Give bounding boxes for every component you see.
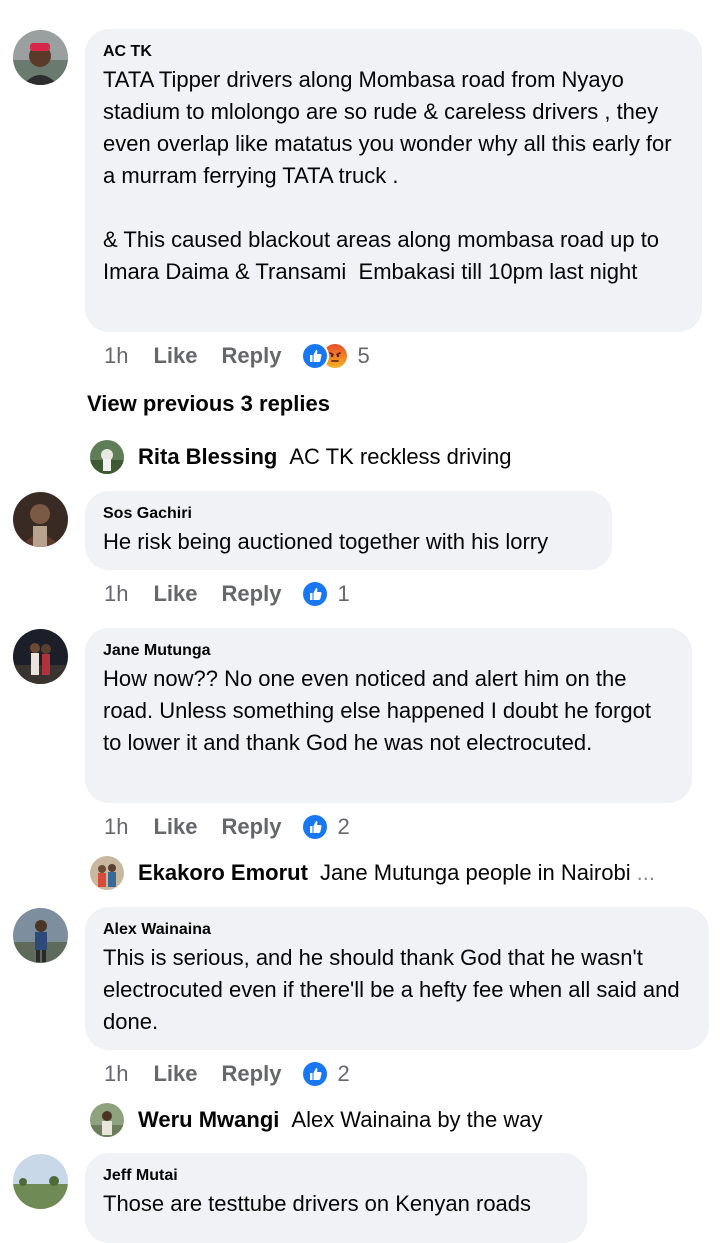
like-icon bbox=[301, 342, 330, 370]
like-button[interactable]: Like bbox=[153, 814, 197, 840]
comment-author[interactable]: Alex Wainaina bbox=[103, 921, 690, 939]
view-previous-replies-link[interactable]: View previous 3 replies bbox=[87, 391, 330, 417]
avatar[interactable] bbox=[90, 440, 124, 474]
avatar[interactable] bbox=[13, 1154, 68, 1209]
comment-actions: 1h Like Reply 2 bbox=[104, 1060, 350, 1088]
comment-bubble: Jane Mutunga How now?? No one even notic… bbox=[85, 628, 692, 803]
comment-bubble: Alex Wainaina This is serious, and he sh… bbox=[85, 907, 709, 1050]
reply-button[interactable]: Reply bbox=[222, 814, 282, 840]
reaction-summary[interactable]: 1 bbox=[301, 580, 350, 608]
like-button[interactable]: Like bbox=[153, 581, 197, 607]
comment-time[interactable]: 1h bbox=[104, 581, 128, 607]
comment-text: How now?? No one even noticed and alert … bbox=[103, 666, 658, 755]
like-button[interactable]: Like bbox=[153, 343, 197, 369]
comment-author[interactable]: AC TK bbox=[103, 43, 683, 61]
reply-text: Alex Wainaina by the way bbox=[291, 1107, 543, 1132]
reply-author[interactable]: Rita Blessing bbox=[138, 444, 277, 470]
reply-author[interactable]: Ekakoro Emorut bbox=[138, 860, 308, 886]
reply-button[interactable]: Reply bbox=[222, 343, 282, 369]
avatar[interactable] bbox=[90, 856, 124, 890]
reply-text: AC TK reckless driving bbox=[289, 444, 512, 469]
reply-author[interactable]: Weru Mwangi bbox=[138, 1107, 279, 1133]
like-button[interactable]: Like bbox=[153, 1061, 197, 1087]
avatar[interactable] bbox=[13, 30, 68, 85]
comment-bubble: Sos Gachiri He risk being auctioned toge… bbox=[85, 491, 612, 570]
avatar[interactable] bbox=[13, 629, 68, 684]
like-icon bbox=[301, 580, 330, 608]
comment-actions: 1h Like Reply 2 bbox=[104, 813, 350, 841]
reply-preview[interactable]: Weru Mwangi Alex Wainaina by the way bbox=[90, 1103, 542, 1137]
comment-time[interactable]: 1h bbox=[104, 814, 128, 840]
avatar[interactable] bbox=[90, 1103, 124, 1137]
avatar[interactable] bbox=[13, 492, 68, 547]
reply-text: Jane Mutunga people in Nairobi bbox=[319, 860, 631, 885]
comment-actions: 1h Like Reply 5 bbox=[104, 342, 370, 370]
reaction-summary[interactable]: 2 bbox=[301, 813, 350, 841]
comment-author[interactable]: Sos Gachiri bbox=[103, 505, 593, 523]
reply-button[interactable]: Reply bbox=[222, 1061, 282, 1087]
comment-text: TATA Tipper drivers along Mombasa road f… bbox=[103, 67, 672, 284]
reaction-summary[interactable]: 2 bbox=[301, 1060, 350, 1088]
like-icon bbox=[301, 813, 330, 841]
comment-bubble: Jeff Mutai Those are testtube drivers on… bbox=[85, 1153, 587, 1243]
avatar[interactable] bbox=[13, 908, 68, 963]
reaction-count: 2 bbox=[337, 814, 350, 839]
reaction-count: 2 bbox=[337, 1061, 350, 1086]
comment-actions: 1h Like Reply 1 bbox=[104, 580, 350, 608]
comment-time[interactable]: 1h bbox=[104, 1061, 128, 1087]
reply-truncation: ... bbox=[636, 860, 655, 885]
reaction-count: 5 bbox=[357, 343, 370, 368]
reply-button[interactable]: Reply bbox=[222, 581, 282, 607]
reply-preview[interactable]: Ekakoro Emorut Jane Mutunga people in Na… bbox=[90, 856, 655, 890]
comment-bubble: AC TK TATA Tipper drivers along Mombasa … bbox=[85, 29, 702, 332]
comment-author[interactable]: Jeff Mutai bbox=[103, 1167, 568, 1185]
comment-author[interactable]: Jane Mutunga bbox=[103, 642, 673, 660]
comment-text: Those are testtube drivers on Kenyan roa… bbox=[103, 1191, 532, 1216]
reaction-count: 1 bbox=[337, 581, 350, 606]
reply-preview[interactable]: Rita Blessing AC TK reckless driving bbox=[90, 440, 511, 474]
comment-time[interactable]: 1h bbox=[104, 343, 128, 369]
like-icon bbox=[301, 1060, 330, 1088]
comment-text: This is serious, and he should thank God… bbox=[103, 945, 686, 1034]
reaction-summary[interactable]: 5 bbox=[301, 342, 370, 370]
comment-text: He risk being auctioned together with hi… bbox=[103, 529, 549, 554]
